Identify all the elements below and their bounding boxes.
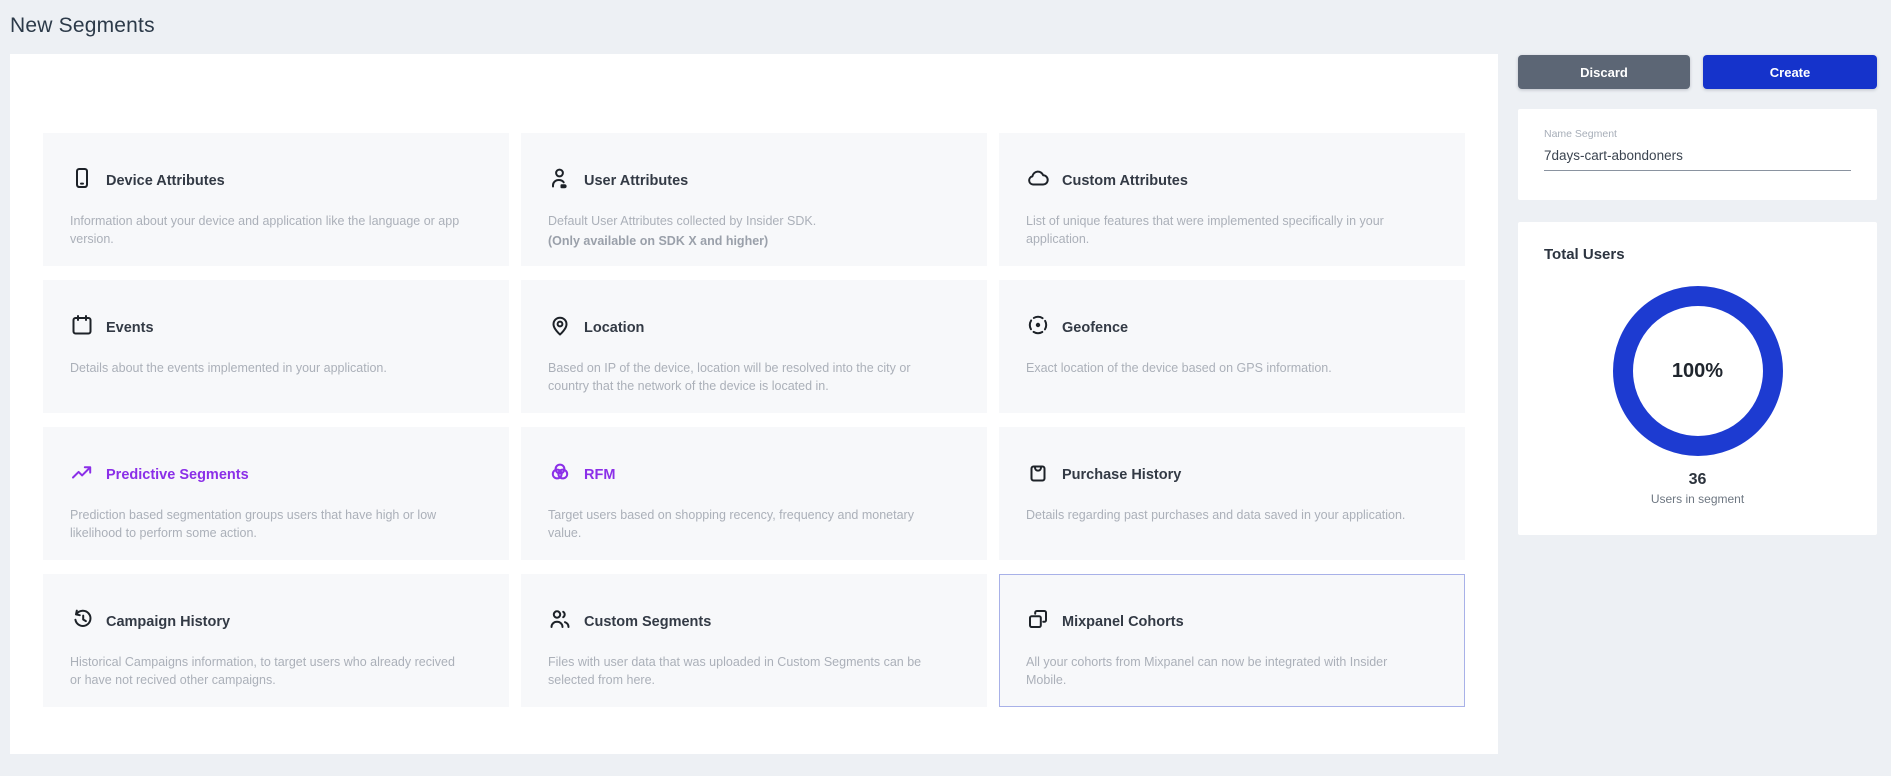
card-description: Based on IP of the device, location will… <box>548 359 946 395</box>
category-card-user-attributes[interactable]: User Attributes Default User Attributes … <box>521 133 987 266</box>
category-card-grid: Device Attributes Information about your… <box>43 133 1465 707</box>
card-description: Exact location of the device based on GP… <box>1026 359 1424 377</box>
geofence-target-icon <box>1026 313 1050 342</box>
card-title: Location <box>584 320 644 336</box>
card-title: Mixpanel Cohorts <box>1062 614 1184 630</box>
category-card-predictive-segments[interactable]: Predictive Segments Prediction based seg… <box>43 427 509 560</box>
card-description: Details regarding past purchases and dat… <box>1026 506 1424 524</box>
card-description: Files with user data that was uploaded i… <box>548 653 946 689</box>
name-segment-input[interactable] <box>1544 148 1851 171</box>
users-count: 36 <box>1544 471 1851 489</box>
card-description: All your cohorts from Mixpanel can now b… <box>1026 653 1424 689</box>
category-card-purchase-history[interactable]: Purchase History Details regarding past … <box>999 427 1465 560</box>
category-card-rfm[interactable]: RFM Target users based on shopping recen… <box>521 427 987 560</box>
shopping-bag-icon <box>1026 460 1050 489</box>
map-pin-icon <box>548 313 572 342</box>
user-icon <box>548 166 572 195</box>
history-clock-icon <box>70 607 94 636</box>
users-count-caption: Users in segment <box>1544 492 1851 506</box>
donut-percent-label: 100% <box>1612 285 1784 457</box>
cloud-icon <box>1026 166 1050 195</box>
card-title: Purchase History <box>1062 467 1181 483</box>
smartphone-icon <box>70 166 94 195</box>
card-title: Device Attributes <box>106 173 225 189</box>
card-description: Historical Campaigns information, to tar… <box>70 653 468 689</box>
category-card-campaign-history[interactable]: Campaign History Historical Campaigns in… <box>43 574 509 707</box>
card-title: Predictive Segments <box>106 467 249 483</box>
venn-circles-icon <box>548 460 572 489</box>
name-segment-card: Name Segment <box>1518 109 1877 200</box>
card-description: Prediction based segmentation groups use… <box>70 506 468 542</box>
card-description: Default User Attributes collected by Ins… <box>548 212 946 230</box>
card-title: Custom Segments <box>584 614 711 630</box>
integration-squares-icon <box>1026 607 1050 636</box>
card-title: Campaign History <box>106 614 230 630</box>
total-users-donut-chart: 100% <box>1612 285 1784 457</box>
trending-up-icon <box>70 460 94 489</box>
card-title: User Attributes <box>584 173 688 189</box>
total-users-title: Total Users <box>1544 246 1851 263</box>
category-card-geofence[interactable]: Geofence Exact location of the device ba… <box>999 280 1465 413</box>
card-title: Geofence <box>1062 320 1128 336</box>
card-title: Custom Attributes <box>1062 173 1188 189</box>
segment-categories-panel: Choose a category before creating a new … <box>10 54 1498 754</box>
total-users-card: Total Users 100% 36 Users in segment <box>1518 222 1877 535</box>
page-title: New Segments <box>10 14 155 38</box>
card-description-note: (Only available on SDK X and higher) <box>548 232 946 250</box>
card-title: Events <box>106 320 154 336</box>
create-button[interactable]: Create <box>1703 55 1877 89</box>
card-title: RFM <box>584 467 615 483</box>
discard-button[interactable]: Discard <box>1518 55 1690 89</box>
calendar-icon <box>70 313 94 342</box>
category-card-location[interactable]: Location Based on IP of the device, loca… <box>521 280 987 413</box>
card-description: Target users based on shopping recency, … <box>548 506 946 542</box>
users-group-icon <box>548 607 572 636</box>
category-card-device-attributes[interactable]: Device Attributes Information about your… <box>43 133 509 266</box>
card-description: Details about the events implemented in … <box>70 359 468 377</box>
category-card-custom-attributes[interactable]: Custom Attributes List of unique feature… <box>999 133 1465 266</box>
name-segment-label: Name Segment <box>1544 128 1851 140</box>
category-card-events[interactable]: Events Details about the events implemen… <box>43 280 509 413</box>
category-card-custom-segments[interactable]: Custom Segments Files with user data tha… <box>521 574 987 707</box>
category-card-mixpanel-cohorts[interactable]: Mixpanel Cohorts All your cohorts from M… <box>999 574 1465 707</box>
card-description: List of unique features that were implem… <box>1026 212 1424 248</box>
card-description: Information about your device and applic… <box>70 212 468 248</box>
